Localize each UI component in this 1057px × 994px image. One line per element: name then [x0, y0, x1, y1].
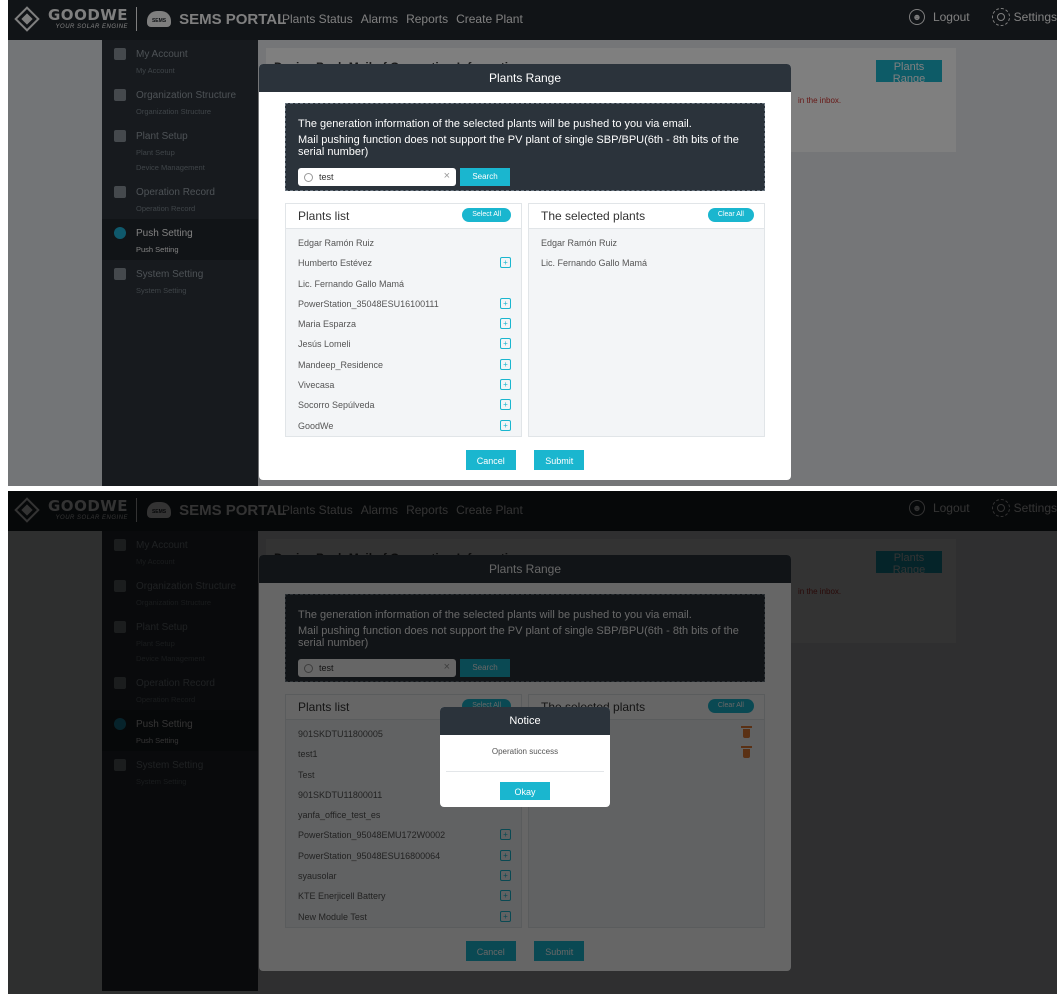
clear-icon[interactable]: ×	[444, 170, 450, 182]
plant-name: Vivecasa	[298, 380, 335, 391]
plant-name: Lic. Fernando Gallo Mamá	[298, 278, 405, 289]
search-button[interactable]: Search	[460, 168, 510, 186]
modal-footer: Cancel Submit	[259, 450, 791, 470]
plant-list-item[interactable]: PowerStation_35048ESU16100111 +	[286, 294, 521, 314]
screenshot-top: GOODWE YOUR SOLAR ENGINE SEMS SEMS PORTA…	[8, 0, 1057, 486]
search-row: test × Search	[298, 168, 752, 186]
notice-title: Notice	[440, 707, 610, 735]
add-plant-icon[interactable]: +	[500, 358, 511, 370]
plant-name: Humberto Estévez	[298, 258, 373, 269]
search-value: test	[319, 172, 334, 182]
plant-name: Jesús Lomeli	[298, 339, 351, 350]
notice-dialog: Notice Operation success Okay	[440, 707, 610, 807]
plants-list-title: Plants list	[298, 209, 350, 223]
plants-list-header: Plants list Select All	[286, 204, 521, 229]
plants-list: Edgar Ramón Ruiz Humberto Estévez + Lic. Fe…	[286, 229, 521, 436]
selected-plant-item[interactable]: Lic. Fernando Gallo Mamá	[529, 253, 764, 273]
okay-button[interactable]: Okay	[500, 782, 550, 800]
selected-plants-header: The selected plants Clear All	[529, 204, 764, 229]
info-box: The generation information of the select…	[285, 103, 765, 191]
info-line-2: Mail pushing function does not support t…	[298, 134, 739, 158]
plant-name: Edgar Ramón Ruiz	[298, 238, 375, 248]
plant-list-item[interactable]: Vivecasa +	[286, 375, 521, 395]
add-plant-icon[interactable]: +	[500, 297, 511, 309]
select-all-button[interactable]: Select All	[462, 208, 511, 222]
submit-button[interactable]: Submit	[534, 450, 585, 470]
search-icon	[304, 172, 313, 182]
modal-title: Plants Range	[259, 64, 791, 92]
notice-message: Operation success	[446, 747, 604, 772]
plant-list-item[interactable]: Jesús Lomeli +	[286, 334, 521, 354]
plant-list-item[interactable]: Maria Esparza +	[286, 314, 521, 334]
selected-plant-name: Edgar Ramón Ruiz	[541, 238, 618, 248]
cancel-button[interactable]: Cancel	[465, 450, 516, 470]
plant-list-item[interactable]: Mandeep_Residence +	[286, 355, 521, 375]
clear-all-button[interactable]: Clear All	[707, 208, 754, 222]
add-plant-icon[interactable]: +	[500, 399, 511, 411]
plant-list-item[interactable]: Humberto Estévez +	[286, 253, 521, 273]
selected-plant-name: Lic. Fernando Gallo Mamá	[541, 258, 648, 269]
plant-name: GoodWe	[298, 420, 334, 431]
add-plant-icon[interactable]: +	[500, 419, 511, 431]
add-plant-icon[interactable]: +	[500, 257, 511, 269]
plant-name: Maria Esparza	[298, 319, 357, 330]
selected-plant-item[interactable]: Edgar Ramón Ruiz	[529, 233, 764, 253]
plant-name: PowerStation_35048ESU16100111	[298, 298, 439, 309]
plant-list-item[interactable]: GoodWe +	[286, 416, 521, 436]
plant-list-item[interactable]: Edgar Ramón Ruiz	[286, 233, 521, 253]
add-plant-icon[interactable]: +	[500, 379, 511, 391]
add-plant-icon[interactable]: +	[500, 318, 511, 330]
plant-list-item[interactable]: Socorro Sepúlveda +	[286, 395, 521, 415]
plant-name: Mandeep_Residence	[298, 359, 384, 370]
plant-list-item[interactable]: Lic. Fernando Gallo Mamá	[286, 274, 521, 294]
plants-range-modal: Plants Range The generation information …	[259, 64, 791, 480]
selected-plants-panel: The selected plants Clear All Edgar Ramó…	[528, 203, 765, 437]
screenshot-bottom: GOODWE YOUR SOLAR ENGINE SEMS SEMS PORTA…	[8, 491, 1057, 994]
selected-plants-title: The selected plants	[541, 209, 646, 223]
selected-plants-list: Edgar Ramón Ruiz Lic. Fernando Gallo Mamá	[529, 229, 764, 274]
search-input[interactable]: test ×	[298, 168, 456, 186]
add-plant-icon[interactable]: +	[500, 338, 511, 350]
info-line-1: The generation information of the select…	[298, 118, 692, 130]
plants-list-panel: Plants list Select All Edgar Ramón Ruiz H…	[285, 203, 522, 437]
plant-name: Socorro Sepúlveda	[298, 400, 375, 411]
